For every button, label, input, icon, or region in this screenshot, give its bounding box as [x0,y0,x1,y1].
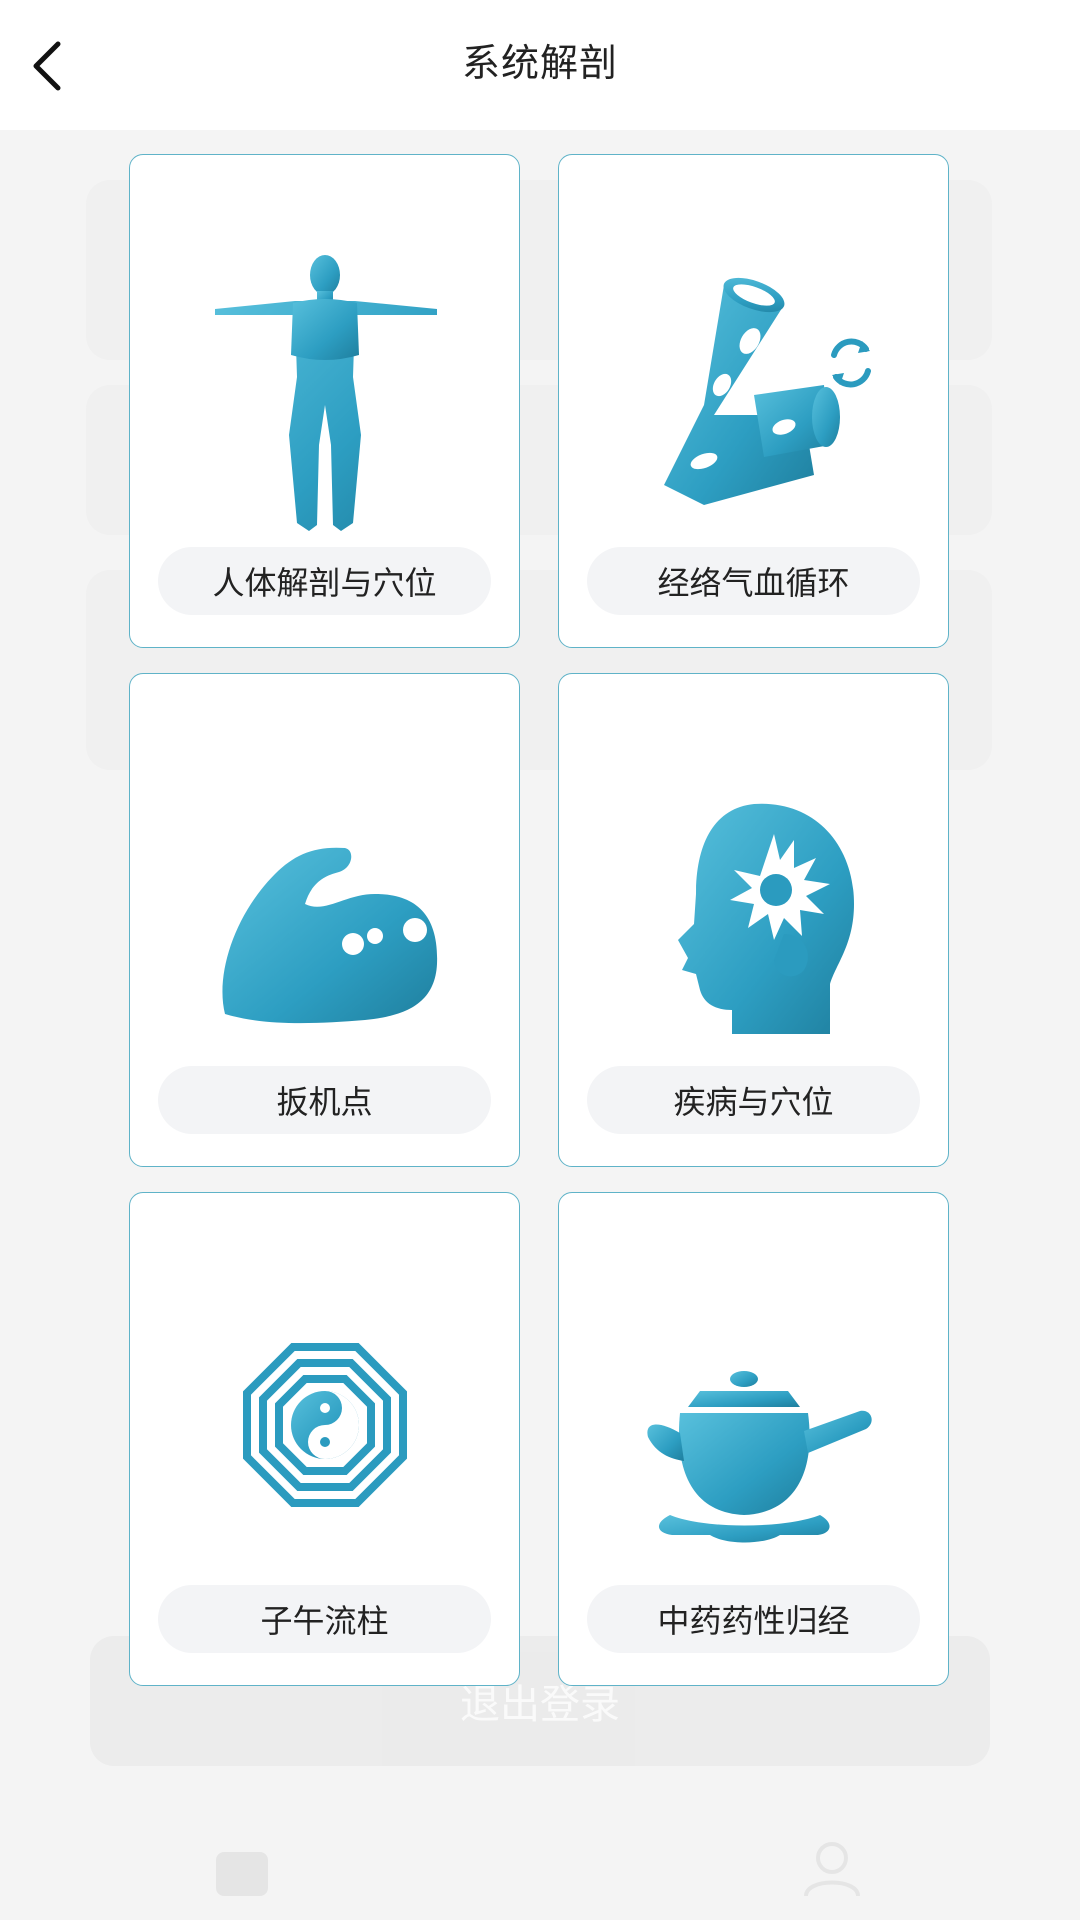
page: 退出登录 系统解剖 人体解剖与穴位 经络气血循环 扳机点 疾病与穴位 子午流柱 … [0,0,1080,1920]
card-label: 人体解剖与穴位 [158,547,491,615]
back-arrow-icon [33,41,61,91]
card-label: 子午流柱 [158,1585,491,1653]
card-meridian-circulation[interactable]: 经络气血循环 [558,154,949,648]
meridian-pipe-icon [604,245,904,545]
card-human-anatomy[interactable]: 人体解剖与穴位 [129,154,520,648]
bagua-yinyang-icon [175,1283,475,1583]
card-label: 经络气血循环 [587,547,920,615]
top-bar: 系统解剖 [0,0,1080,130]
card-label: 扳机点 [158,1066,491,1134]
card-disease-acupoints[interactable]: 疾病与穴位 [558,673,949,1167]
card-ziwu-liuzhu[interactable]: 子午流柱 [129,1192,520,1686]
profile-tab-icon [804,1842,860,1897]
back-button[interactable] [20,38,76,94]
home-tab-icon [216,1852,268,1896]
human-body-icon [175,245,475,545]
card-herbal-properties[interactable]: 中药药性归经 [558,1192,949,1686]
head-brain-icon [604,764,904,1064]
card-label: 中药药性归经 [587,1585,920,1653]
page-title: 系统解剖 [461,40,618,85]
flexed-arm-icon [175,764,475,1064]
card-trigger-points[interactable]: 扳机点 [129,673,520,1167]
teapot-icon [604,1283,904,1583]
card-label: 疾病与穴位 [587,1066,920,1134]
